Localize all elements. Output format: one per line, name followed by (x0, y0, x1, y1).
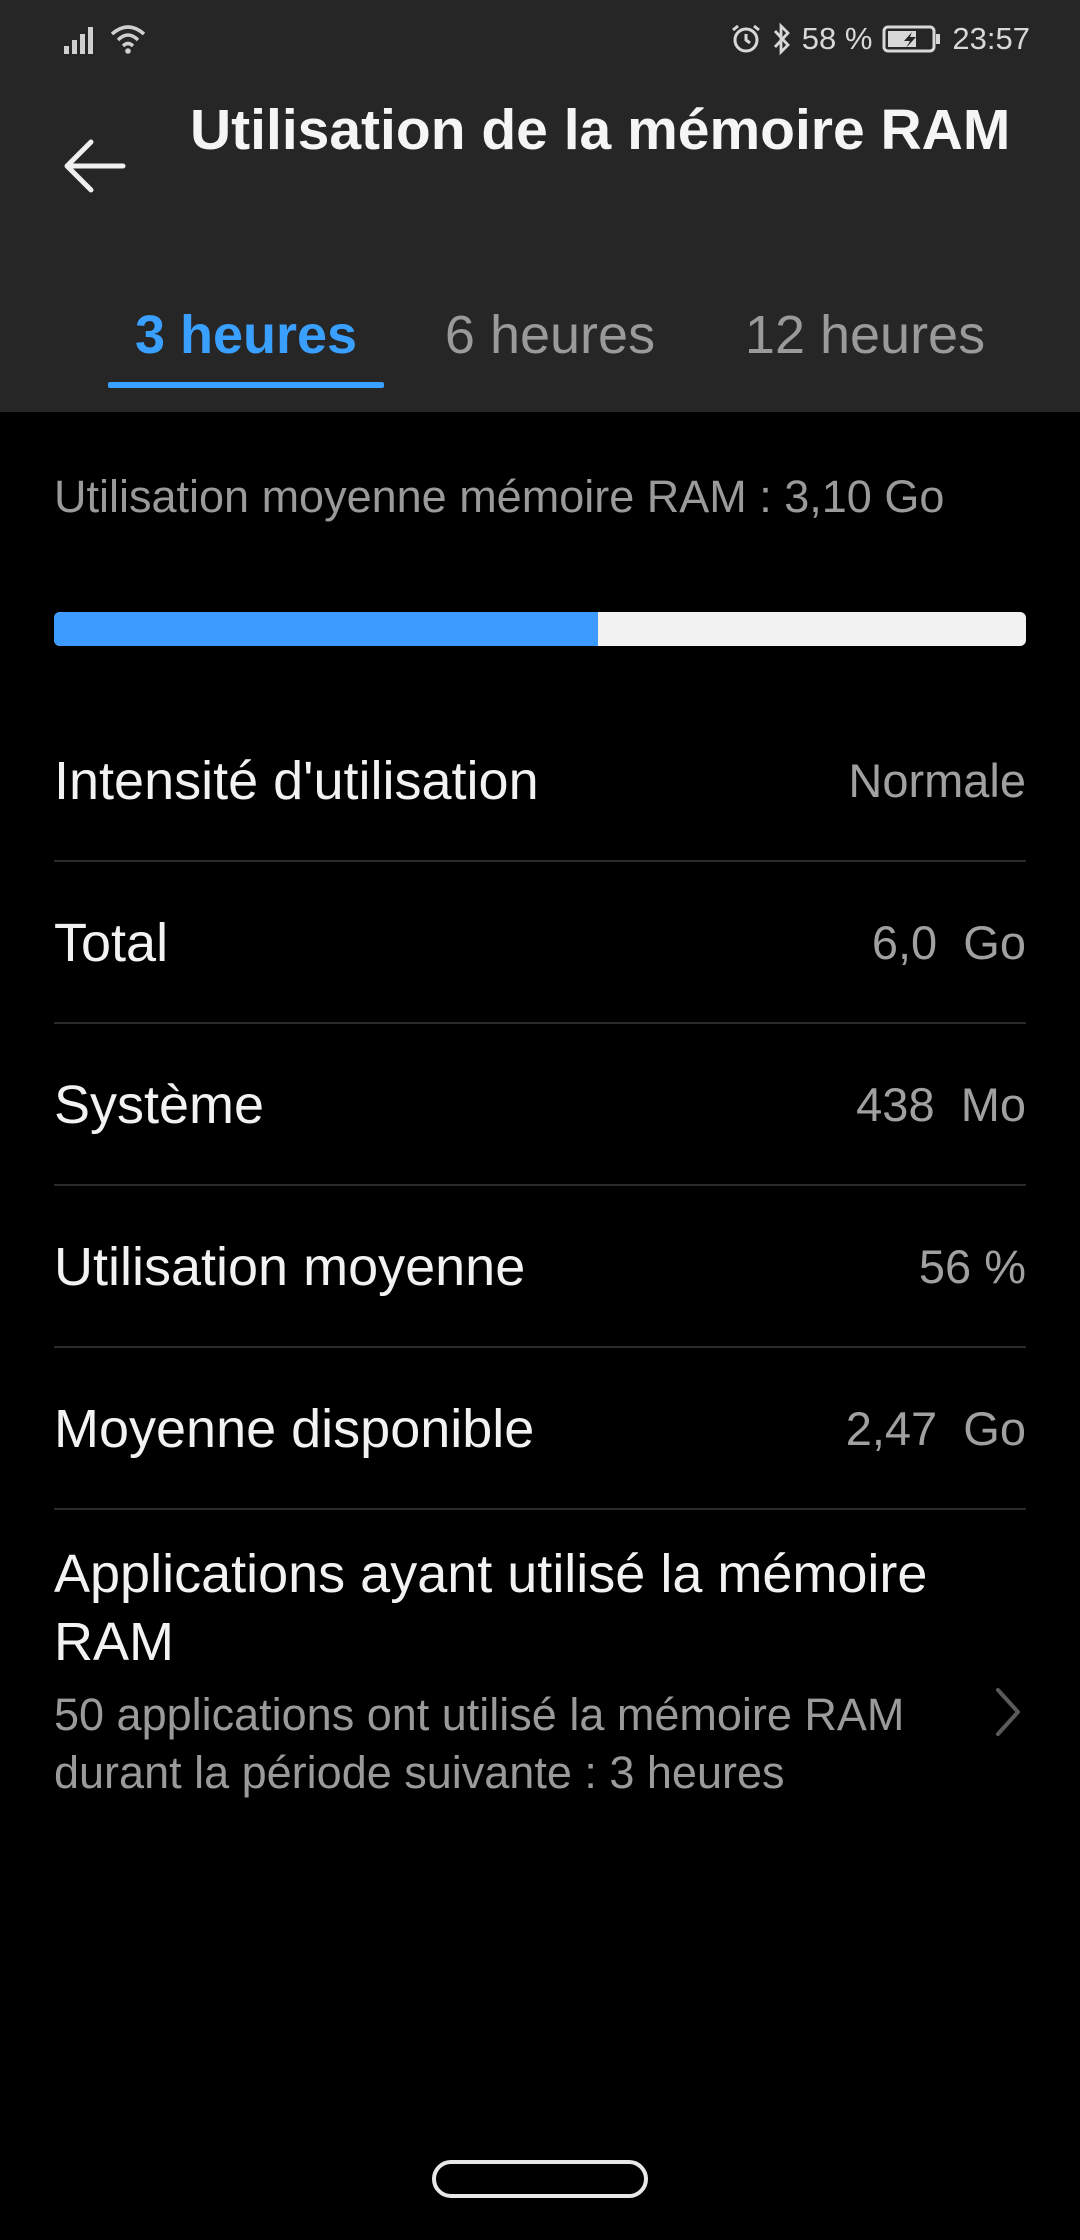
tab-bar: 3 heures 6 heures 12 heures (0, 290, 1080, 390)
active-tab-indicator (108, 382, 384, 388)
apps-using-ram-title: Applications ayant utilisé la mémoire RA… (54, 1544, 928, 1672)
chevron-right-icon (996, 1688, 1020, 1736)
apps-using-ram-subtitle: 50 applications ont utilisé la mémoire R… (54, 1689, 905, 1798)
row-value: 438 Mo (856, 1078, 1026, 1131)
status-bar: 58 % 23:57 (0, 0, 1080, 80)
wifi-icon (108, 22, 148, 54)
tab-3-heures[interactable]: 3 heures (108, 290, 384, 390)
row-utilisation-moyenne: Utilisation moyenne 56 % (54, 1186, 1026, 1348)
alarm-icon (730, 23, 762, 55)
row-total: Total 6,0 Go (54, 862, 1026, 1024)
battery-percent: 58 % (801, 21, 873, 56)
ram-usage-bar-fill (54, 612, 599, 646)
apps-using-ram-item[interactable]: Applications ayant utilisé la mémoire RA… (54, 1540, 1026, 1870)
tab-12-heures[interactable]: 12 heures (720, 290, 1010, 390)
signal-icon (64, 24, 98, 54)
average-ram-usage-label: Utilisation moyenne mémoire RAM : 3,10 G… (54, 471, 945, 522)
arrow-left-icon (64, 139, 126, 193)
bluetooth-icon (772, 22, 792, 56)
tab-6-heures[interactable]: 6 heures (420, 290, 680, 390)
clock: 23:57 (952, 21, 1030, 56)
row-value: 2,47 Go (845, 1402, 1026, 1455)
row-value: 56 % (918, 1240, 1026, 1293)
home-indicator[interactable] (432, 2160, 648, 2198)
row-label: Moyenne disponible (54, 1399, 535, 1459)
back-button[interactable] (56, 128, 132, 204)
row-systeme: Système 438 Mo (54, 1024, 1026, 1186)
row-moyenne-disponible: Moyenne disponible 2,47 Go (54, 1348, 1026, 1510)
row-label: Intensité d'utilisation (54, 751, 539, 811)
row-value: Normale (848, 754, 1026, 807)
battery-icon (882, 24, 942, 54)
status-left (64, 22, 148, 54)
ram-usage-bar (54, 612, 1026, 646)
status-right: 58 % 23:57 (730, 20, 1030, 58)
row-value: 6,0 Go (871, 916, 1026, 969)
page-title: Utilisation de la mémoire RAM (190, 98, 1011, 162)
row-label: Total (54, 913, 169, 973)
row-label: Système (54, 1075, 265, 1135)
row-label: Utilisation moyenne (54, 1237, 526, 1297)
row-intensite: Intensité d'utilisation Normale (54, 700, 1026, 862)
